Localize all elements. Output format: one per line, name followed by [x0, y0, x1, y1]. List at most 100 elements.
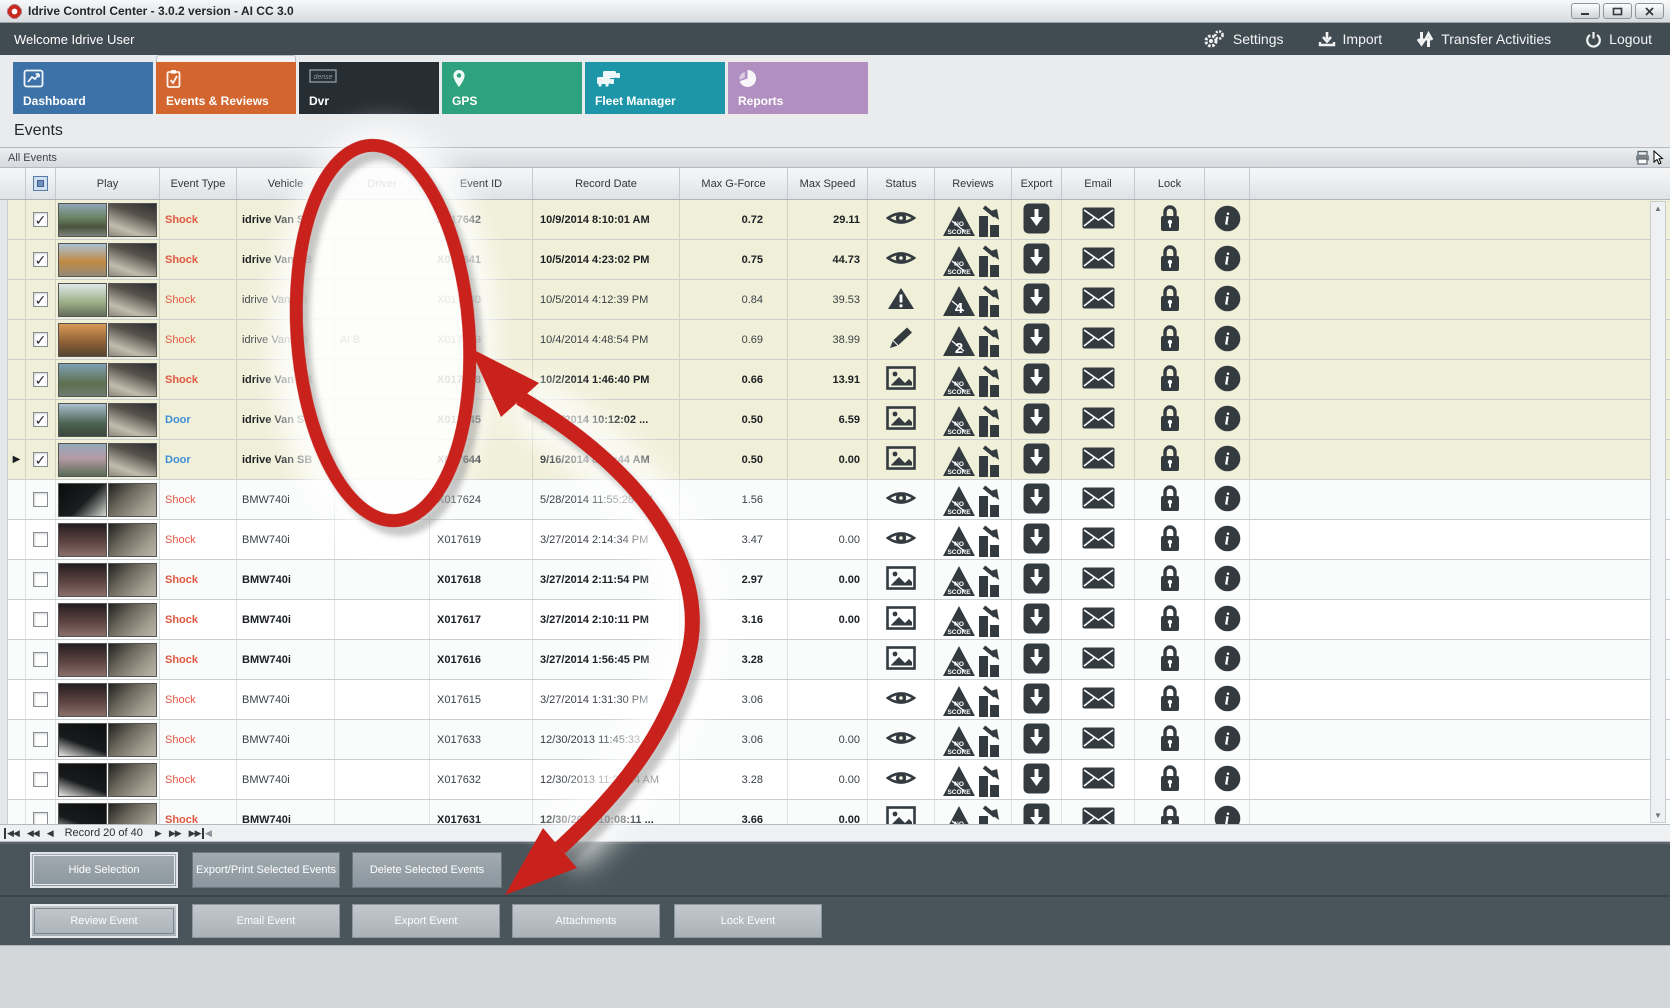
reviews-cell[interactable]: NOSCORE [935, 520, 1012, 559]
info-circle-icon[interactable]: i [1214, 365, 1241, 395]
camera-cabin-thumb[interactable] [108, 683, 157, 717]
export-download-icon[interactable] [1023, 323, 1050, 357]
export-event-button[interactable]: Export Event [352, 904, 500, 938]
row-checkbox[interactable] [26, 600, 56, 639]
camera-cabin-thumb[interactable] [108, 723, 157, 757]
lock-padlock-icon[interactable] [1157, 403, 1183, 436]
table-row[interactable]: Shock BMW740i X017615 3/27/2014 1:31:30 … [8, 680, 1670, 720]
email-envelope-icon[interactable] [1082, 687, 1115, 712]
column-header-play[interactable]: Play [56, 168, 160, 199]
info-cell[interactable]: i [1205, 200, 1250, 239]
export-cell[interactable] [1012, 280, 1062, 319]
email-envelope-icon[interactable] [1082, 647, 1115, 672]
camera-front-thumb[interactable] [58, 243, 107, 277]
menu-item-logout[interactable]: Logout [1585, 31, 1652, 48]
reviews-cell[interactable]: NOSCORE [935, 680, 1012, 719]
play-thumbnails[interactable] [56, 640, 160, 679]
camera-cabin-thumb[interactable] [108, 283, 157, 317]
row-checkbox[interactable] [26, 520, 56, 559]
camera-front-thumb[interactable] [58, 723, 107, 757]
email-cell[interactable] [1062, 200, 1135, 239]
camera-cabin-thumb[interactable] [108, 523, 157, 557]
info-cell[interactable]: i [1205, 720, 1250, 759]
email-event-button[interactable]: Email Event [192, 904, 340, 938]
table-row[interactable]: Shock BMW740i X017619 3/27/2014 2:14:34 … [8, 520, 1670, 560]
delete-selected-events-button[interactable]: Delete Selected Events [352, 852, 502, 888]
play-thumbnails[interactable] [56, 320, 160, 359]
camera-front-thumb[interactable] [58, 283, 107, 317]
info-circle-icon[interactable]: i [1214, 525, 1241, 555]
export-download-icon[interactable] [1023, 603, 1050, 637]
column-header-record-date[interactable]: Record Date [533, 168, 680, 199]
column-header-event-id[interactable]: Event ID [430, 168, 533, 199]
play-thumbnails[interactable] [56, 680, 160, 719]
table-row[interactable]: Shock BMW740i X017617 3/27/2014 2:10:11 … [8, 600, 1670, 640]
column-header-event-type[interactable]: Event Type [160, 168, 237, 199]
camera-front-thumb[interactable] [58, 363, 107, 397]
lock-cell[interactable] [1135, 680, 1205, 719]
row-checkbox[interactable]: ✓ [26, 240, 56, 279]
email-cell[interactable] [1062, 800, 1135, 824]
menu-item-import[interactable]: Import [1318, 31, 1383, 48]
table-row[interactable]: ✓ Shock idrive Van SB X017638 10/2/2014 … [8, 360, 1670, 400]
camera-cabin-thumb[interactable] [108, 203, 157, 237]
tab-dvr[interactable]: dense Dvr [299, 62, 439, 114]
email-envelope-icon[interactable] [1082, 447, 1115, 472]
info-circle-icon[interactable]: i [1214, 325, 1241, 355]
table-row[interactable]: Shock BMW740i X017624 5/28/2014 11:55:28… [8, 480, 1670, 520]
export-cell[interactable] [1012, 520, 1062, 559]
export-download-icon[interactable] [1023, 643, 1050, 677]
minimize-button[interactable] [1571, 3, 1600, 19]
camera-front-thumb[interactable] [58, 443, 107, 477]
scroll-up-icon[interactable]: ▲ [1652, 204, 1664, 213]
reviews-cell[interactable]: NOSCORE [935, 800, 1012, 824]
tab-gps[interactable]: GPS [442, 62, 582, 114]
info-circle-icon[interactable]: i [1214, 285, 1241, 315]
play-thumbnails[interactable] [56, 520, 160, 559]
camera-cabin-thumb[interactable] [108, 803, 157, 825]
email-cell[interactable] [1062, 440, 1135, 479]
play-thumbnails[interactable] [56, 400, 160, 439]
info-cell[interactable]: i [1205, 480, 1250, 519]
column-header-max-speed[interactable]: Max Speed [788, 168, 868, 199]
lock-padlock-icon[interactable] [1157, 203, 1183, 236]
reviews-cell[interactable]: NOSCORE [935, 400, 1012, 439]
email-cell[interactable] [1062, 400, 1135, 439]
pager-fast-fwd-icon[interactable]: ▶▶ [169, 828, 181, 839]
select-all-icon[interactable] [33, 176, 48, 191]
table-row[interactable]: ✓ Shock idrive Van SB X017640 10/5/2014 … [8, 280, 1670, 320]
email-envelope-icon[interactable] [1082, 327, 1115, 352]
camera-front-thumb[interactable] [58, 603, 107, 637]
reviews-cell[interactable]: 4 [935, 280, 1012, 319]
reviews-cell[interactable]: NOSCORE [935, 640, 1012, 679]
email-cell[interactable] [1062, 480, 1135, 519]
camera-cabin-thumb[interactable] [108, 443, 157, 477]
export-download-icon[interactable] [1023, 203, 1050, 237]
reviews-cell[interactable]: NOSCORE [935, 600, 1012, 639]
reviews-cell[interactable]: NOSCORE [935, 760, 1012, 799]
table-row[interactable]: ✓ Shock idrive Van SB X017642 10/9/2014 … [8, 200, 1670, 240]
pager-next-icon[interactable]: ▶ [155, 828, 161, 839]
table-row[interactable]: ✓ Shock idrive Van SB Al B X017639 10/4/… [8, 320, 1670, 360]
info-cell[interactable]: i [1205, 520, 1250, 559]
camera-front-thumb[interactable] [58, 523, 107, 557]
lock-padlock-icon[interactable] [1157, 483, 1183, 516]
email-cell[interactable] [1062, 680, 1135, 719]
lock-padlock-icon[interactable] [1157, 523, 1183, 556]
export-download-icon[interactable] [1023, 483, 1050, 517]
hide-selection-button[interactable]: Hide Selection [30, 852, 178, 888]
lock-padlock-icon[interactable] [1157, 283, 1183, 316]
lock-padlock-icon[interactable] [1157, 763, 1183, 796]
export-cell[interactable] [1012, 640, 1062, 679]
table-row[interactable]: ▶ ✓ Door idrive Van SB X017644 9/16/2014… [8, 440, 1670, 480]
info-cell[interactable]: i [1205, 240, 1250, 279]
email-cell[interactable] [1062, 240, 1135, 279]
tab-dashboard[interactable]: Dashboard [13, 62, 153, 114]
lock-padlock-icon[interactable] [1157, 363, 1183, 396]
info-circle-icon[interactable]: i [1214, 445, 1241, 475]
email-envelope-icon[interactable] [1082, 247, 1115, 272]
lock-padlock-icon[interactable] [1157, 243, 1183, 276]
info-cell[interactable]: i [1205, 760, 1250, 799]
email-cell[interactable] [1062, 600, 1135, 639]
export-cell[interactable] [1012, 680, 1062, 719]
